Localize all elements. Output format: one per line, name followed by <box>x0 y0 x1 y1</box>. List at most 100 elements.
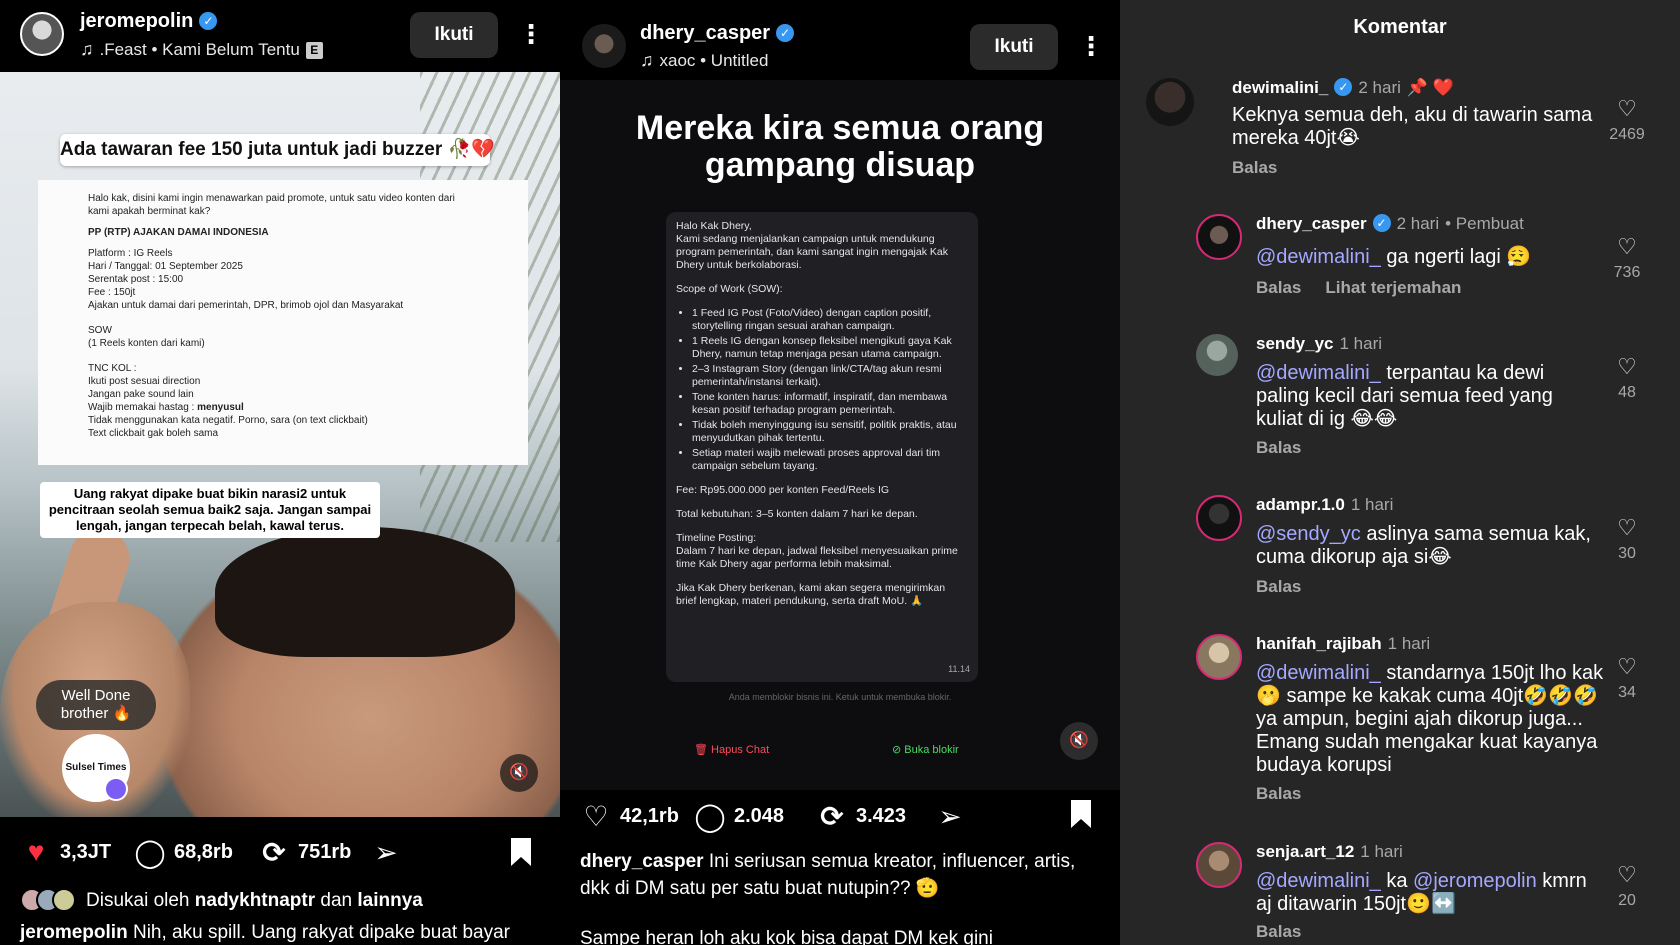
heart-icon: ♡ <box>1617 96 1637 121</box>
comment-meta: dewimalini_ ✓ 2 hari 📌 ❤️ <box>1232 78 1454 98</box>
comment-like[interactable]: ♡ 20 <box>1602 862 1652 910</box>
middle-post-header: dhery_casper ✓ ♫ xaoc • Untitled Ikuti ⋮ <box>560 0 1120 72</box>
comment-like[interactable]: ♡ 2469 <box>1602 96 1652 144</box>
comment-like[interactable]: ♡ 30 <box>1602 515 1652 563</box>
comment-username[interactable]: sendy_yc <box>1256 334 1334 353</box>
reply-button[interactable]: Balas Lihat terjemahan <box>1256 278 1485 298</box>
comment-username[interactable]: hanifah_rajibah <box>1256 634 1382 653</box>
comment-text: @dewimalini_ ka @jeromepolin kmrn aj dit… <box>1256 870 1587 915</box>
like-button[interactable]: ♡ 42,1rb <box>580 796 679 836</box>
mute-icon[interactable]: 🔇 <box>1060 722 1098 760</box>
headline-overlay: Ada tawaran fee 150 juta untuk jadi buzz… <box>60 134 495 166</box>
avatar[interactable] <box>1196 495 1242 541</box>
avatar[interactable] <box>1146 78 1194 126</box>
doc-intro: Halo kak, disini kami ingin menawarkan p… <box>88 193 455 217</box>
username[interactable]: dhery_casper ✓ <box>640 22 795 45</box>
author-badge: • Pembuat <box>1445 214 1524 233</box>
share-icon: ➢ <box>374 836 398 868</box>
more-icon[interactable]: ⋮ <box>1078 31 1104 61</box>
share-button[interactable]: ➢ <box>370 832 410 872</box>
translate-button[interactable]: Lihat terjemahan <box>1325 278 1461 297</box>
avatar[interactable] <box>582 24 626 68</box>
mention-link[interactable]: @dewimalini_ <box>1256 362 1381 384</box>
comment-username[interactable]: dhery_casper <box>1256 214 1367 233</box>
mention-link[interactable]: @dewimalini_ <box>1256 662 1381 684</box>
comment-meta: dhery_casper ✓ 2 hari • Pembuat <box>1256 214 1524 234</box>
dm-sow-item: Tidak boleh menyinggung isu sensitif, po… <box>692 419 968 445</box>
comment-text: Keknya semua deh, aku di tawarin sama me… <box>1232 104 1593 149</box>
bookmark-icon[interactable] <box>508 836 534 868</box>
comment-meta: senja.art_12 1 hari <box>1256 842 1403 862</box>
music-info[interactable]: ♫ .Feast • Kami Belum Tentu E <box>80 39 323 60</box>
left-actions: ♥ 3,3JT ◯ 68,8rb ⟳ 751rb ➢ <box>20 832 540 872</box>
bookmark-icon[interactable] <box>1068 798 1094 830</box>
comment-like[interactable]: ♡ 34 <box>1602 654 1652 702</box>
dm-sow-item: 2–3 Instagram Story (dengan link/CTA/tag… <box>692 363 968 389</box>
comment-like[interactable]: ♡ 48 <box>1602 354 1652 402</box>
comment-username[interactable]: dewimalini_ <box>1232 78 1328 97</box>
comment-icon: ◯ <box>134 836 166 868</box>
mention-link[interactable]: @dewimalini_ <box>1256 246 1381 268</box>
comment-like[interactable]: ♡ 736 <box>1602 234 1652 282</box>
verified-icon: ✓ <box>776 24 795 42</box>
avatar[interactable] <box>1196 334 1238 376</box>
dm-timeline-title: Timeline Posting: <box>676 532 757 544</box>
post-caption: dhery_casper Ini seriusan semua kreator,… <box>580 851 1076 899</box>
mention-link[interactable]: @jeromepolin <box>1413 870 1537 892</box>
post-media[interactable]: Mereka kira semua orang gampang disuap H… <box>560 80 1120 790</box>
liker-avatar <box>52 888 76 912</box>
comment-meta: sendy_yc 1 hari <box>1256 334 1382 354</box>
delete-chat-button[interactable]: 🗑 Hapus Chat <box>694 743 769 756</box>
left-post: jeromepolin ✓ ♫ .Feast • Kami Belum Tentu E… <box>0 0 560 945</box>
explicit-badge: E <box>305 42 323 59</box>
mention-link[interactable]: @dewimalini_ <box>1256 870 1381 892</box>
comment-username[interactable]: adampr.1.0 <box>1256 495 1345 514</box>
comment-username[interactable]: senja.art_12 <box>1256 842 1354 861</box>
follow-button[interactable]: Ikuti <box>410 12 498 58</box>
mute-icon[interactable]: 🔇 <box>500 754 538 792</box>
dm-message: Halo Kak Dhery, Kami sedang menjalankan … <box>666 212 978 682</box>
share-button[interactable]: ➢ <box>934 796 974 836</box>
comment-icon: ◯ <box>694 800 726 832</box>
reply-button[interactable]: Balas <box>1256 922 1325 942</box>
follow-button[interactable]: Ikuti <box>970 24 1058 70</box>
comment-button[interactable]: ◯ 68,8rb <box>134 832 233 872</box>
avatar[interactable] <box>1196 214 1242 260</box>
avatar[interactable] <box>1196 634 1242 680</box>
doc-sow: SOW <box>88 325 112 336</box>
dm-sow-item: Setiap materi wajib melewati proses appr… <box>692 447 968 473</box>
mention-link[interactable]: @sendy_yc <box>1256 523 1361 545</box>
welldone-sticker: Well Done brother 🔥 <box>36 680 156 730</box>
share-icon: ➢ <box>938 800 962 832</box>
avatar[interactable] <box>1196 842 1242 888</box>
post-caption-more: Sampe heran loh aku kok bisa dapat DM ke… <box>580 928 993 945</box>
liked-by[interactable]: Disukai oleh nadykhtnaptr dan lainnya <box>20 888 423 914</box>
reply-button[interactable]: Balas <box>1256 577 1325 597</box>
heart-icon: ♡ <box>1617 354 1637 379</box>
post-caption: jeromepolin Nih, aku spill. Uang rakyat … <box>20 922 511 943</box>
dm-greeting: Halo Kak Dhery, <box>676 220 752 232</box>
pinned-liked-badge: 📌 ❤️ <box>1406 78 1454 97</box>
like-button[interactable]: ♥ 3,3JT <box>20 832 111 872</box>
doc-tnc-item: Wajib memakai hastag : menyusul <box>88 402 244 413</box>
post-media[interactable]: Ada tawaran fee 150 juta untuk jadi buzz… <box>0 72 560 817</box>
repost-button[interactable]: ⟳ 3.423 <box>816 796 906 836</box>
heart-icon: ♥ <box>27 836 45 867</box>
comment-button[interactable]: ◯ 2.048 <box>694 796 784 836</box>
comment-item: dhery_casper ✓ 2 hari • Pembuat @dewimalini… <box>1196 214 1666 304</box>
comment-text: @sendy_yc aslinya sama semua kak, cuma d… <box>1256 523 1591 568</box>
unblock-button[interactable]: ⊘ Buka blokir <box>892 743 959 756</box>
reply-button[interactable]: Balas <box>1256 784 1325 804</box>
reply-button[interactable]: Balas <box>1232 158 1301 178</box>
dm-timestamp: 11.14 <box>948 664 970 674</box>
reply-button[interactable]: Balas <box>1256 438 1325 458</box>
username[interactable]: jeromepolin ✓ <box>80 10 218 33</box>
dm-fee: Fee: Rp95.000.000 per konten Feed/Reels … <box>676 484 890 496</box>
dm-total: Total kebutuhan: 3–5 konten dalam 7 hari… <box>676 508 918 520</box>
offer-document: Halo kak, disini kami ingin menawarkan p… <box>38 180 528 465</box>
repost-button[interactable]: ⟳ 751rb <box>258 832 351 872</box>
dm-sow-title: Scope of Work (SOW): <box>676 283 783 295</box>
music-info[interactable]: ♫ xaoc • Untitled <box>640 50 768 71</box>
avatar[interactable] <box>20 12 64 56</box>
more-icon[interactable]: ⋮ <box>518 19 544 49</box>
